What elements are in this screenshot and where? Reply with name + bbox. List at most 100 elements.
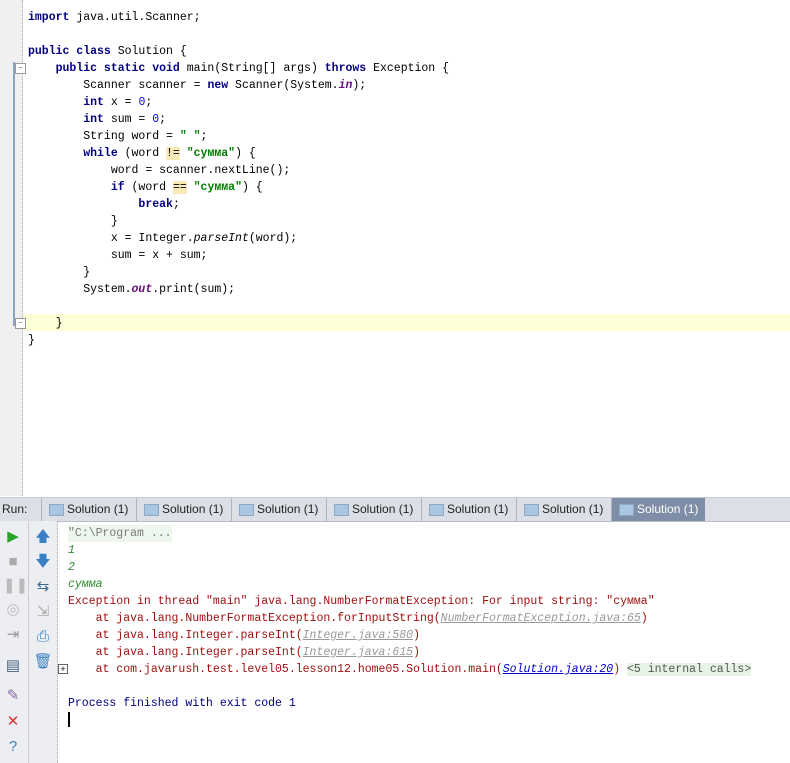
stop-icon[interactable]: ■	[3, 553, 23, 571]
code-token: ;	[145, 96, 153, 109]
code-token: import	[28, 11, 70, 24]
run-tab[interactable]: Solution (1)	[231, 498, 325, 521]
run-label: Run:	[2, 502, 28, 516]
code-token: java.util.Scanner;	[69, 11, 201, 24]
layout-icon[interactable]: ▤	[3, 657, 23, 675]
run-tab-label: Solution (1)	[352, 502, 414, 516]
trace-text: at java.lang.Integer.parseInt(	[68, 629, 303, 642]
code-line: public static void main(String[] args) t…	[28, 60, 449, 77]
run-tab-label: Solution (1)	[257, 502, 319, 516]
run-tab-label: Solution (1)	[637, 502, 699, 516]
code-line: }	[28, 315, 63, 332]
code-token: ;	[200, 130, 208, 143]
stack-trace-line: at com.javarush.test.level05.lesson12.ho…	[68, 661, 752, 678]
stack-trace-line: at java.lang.Integer.parseInt(Integer.ja…	[68, 644, 420, 661]
code-token: ==	[172, 181, 187, 194]
source-link[interactable]: Integer.java:580	[303, 629, 413, 642]
code-token: " "	[179, 130, 201, 143]
console-window-icon	[334, 504, 349, 516]
code-token: main(String[] args)	[179, 62, 325, 75]
code-line: }	[28, 264, 90, 281]
trace-text: )	[640, 612, 648, 625]
run-tab-label: Solution (1)	[542, 502, 604, 516]
internal-calls-fold[interactable]: <5 internal calls>	[627, 663, 752, 676]
fold-icon[interactable]: −	[15, 318, 26, 329]
code-token: sum =	[103, 113, 153, 126]
code-token: Solution {	[110, 45, 187, 58]
editor-gutter	[0, 0, 23, 496]
code-token: !=	[166, 147, 180, 160]
code-token: word = scanner.nextLine();	[28, 164, 291, 177]
arrow-up-icon[interactable]: 🡅	[33, 528, 53, 546]
scroll-to-end-icon[interactable]: ⇲	[33, 603, 53, 621]
pause-icon[interactable]: ❚❚	[3, 577, 28, 595]
console-input: 1	[68, 544, 75, 557]
run-tab[interactable]: Solution (1)	[326, 498, 420, 521]
source-link[interactable]: Solution.java:20	[503, 663, 613, 676]
print-icon[interactable]: ⎙	[33, 628, 53, 646]
code-line: }	[28, 332, 35, 349]
code-token: public static void	[28, 62, 180, 75]
trace-text: at java.lang.NumberFormatException.forIn…	[68, 612, 441, 625]
code-token: ) {	[241, 181, 263, 194]
code-token: public class	[28, 45, 111, 58]
console-window-icon	[429, 504, 444, 516]
code-token: int	[28, 113, 104, 126]
code-token: if	[28, 181, 125, 194]
trace-text: at java.lang.Integer.parseInt(	[68, 646, 303, 659]
run-tab-bar: Run: Solution (1) Solution (1) Solution (1…	[0, 497, 790, 522]
close-icon[interactable]: ✕	[3, 713, 23, 731]
code-token: in	[338, 79, 353, 92]
code-token: Exception {	[366, 62, 450, 75]
code-token: sum = x + sum;	[28, 249, 208, 262]
run-tab[interactable]: Solution (1)	[41, 498, 135, 521]
console-input: сумма	[68, 578, 103, 591]
arrow-down-icon[interactable]: 🡇	[33, 553, 53, 571]
code-token: ;	[172, 198, 180, 211]
help-icon[interactable]: ?	[3, 738, 23, 756]
stack-trace-line: at java.lang.Integer.parseInt(Integer.ja…	[68, 627, 420, 644]
code-line: while (word != "сумма") {	[28, 145, 256, 162]
code-token: .print(sum);	[152, 283, 236, 296]
soft-wrap-icon[interactable]: ⇆	[33, 578, 53, 596]
source-link[interactable]: NumberFormatException.java:65	[441, 612, 641, 625]
code-token: String word =	[28, 130, 180, 143]
run-tab-label: Solution (1)	[447, 502, 509, 516]
code-token: Scanner scanner =	[28, 79, 208, 92]
run-tab[interactable]: Solution (1)	[136, 498, 230, 521]
code-token: break	[28, 198, 173, 211]
console-toolbar: 🡅 🡇 ⇆ ⇲ ⎙ 🗑	[29, 521, 58, 763]
rerun-icon[interactable]: ▶	[3, 528, 23, 546]
code-line: public class Solution {	[28, 43, 187, 60]
code-editor[interactable]: − − import java.util.Scanner; public clas…	[0, 0, 790, 496]
run-tab[interactable]: Solution (1)	[516, 498, 610, 521]
code-line: int x = 0;	[28, 94, 152, 111]
code-token: Scanner(System.	[228, 79, 339, 92]
code-token: ;	[159, 113, 167, 126]
trace-text: at com.javarush.test.level05.lesson12.ho…	[68, 663, 503, 676]
expand-icon[interactable]: +	[58, 664, 68, 674]
code-token: ) {	[235, 147, 256, 160]
code-token: new	[207, 79, 229, 92]
code-token: );	[352, 79, 367, 92]
source-link[interactable]: Integer.java:615	[303, 646, 413, 659]
process-finished: Process finished with exit code 1	[68, 697, 296, 710]
console-window-icon	[619, 504, 634, 516]
dump-threads-icon[interactable]: ◎	[3, 601, 23, 619]
code-token: (word);	[248, 232, 298, 245]
console-command: "C:\Program ...	[68, 525, 172, 542]
run-tab[interactable]: Solution (1)	[421, 498, 515, 521]
code-token: }	[28, 266, 91, 279]
run-tab[interactable]: Solution (1)	[611, 498, 705, 521]
code-line: import java.util.Scanner;	[28, 9, 201, 26]
fold-icon[interactable]: −	[15, 63, 26, 74]
code-line: x = Integer.parseInt(word);	[28, 230, 297, 247]
code-line: sum = x + sum;	[28, 247, 208, 264]
exit-icon[interactable]: ⇥	[3, 626, 23, 644]
trash-icon[interactable]: 🗑	[33, 653, 53, 671]
pin-icon[interactable]: ✎	[3, 687, 23, 705]
console-input: 2	[68, 561, 75, 574]
trace-text: )	[413, 646, 420, 659]
